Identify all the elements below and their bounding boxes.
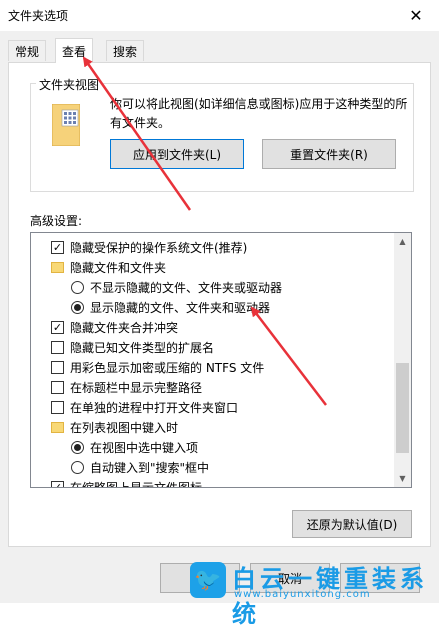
scroll-up-icon[interactable]: ▲ — [394, 233, 411, 250]
apply-to-folders-button[interactable]: 应用到文件夹(L) — [110, 139, 244, 169]
scrollbar-thumb[interactable] — [396, 363, 409, 453]
list-item[interactable]: ✓ 在缩略图上显示文件图标 — [51, 477, 203, 488]
radio-button[interactable] — [71, 440, 84, 454]
watermark-url: www.baiyunxitong.com — [234, 589, 371, 600]
list-item-label: 在视图中选中键入项 — [90, 440, 199, 455]
bird-logo-icon: 🐦 — [190, 562, 226, 598]
list-item[interactable]: ✓ 隐藏文件夹合并冲突 — [51, 317, 178, 337]
folder-view-icon — [52, 104, 80, 146]
radio-button[interactable] — [71, 300, 84, 314]
folder-views-title: 文件夹视图 — [36, 76, 103, 93]
list-item-label: 不显示隐藏的文件、文件夹或驱动器 — [90, 280, 283, 295]
advanced-settings-list: ✓ 隐藏受保护的操作系统文件(推荐) 隐藏文件和文件夹 不显示隐藏的文件、文件夹… — [30, 232, 412, 488]
list-item[interactable]: 在单独的进程中打开文件夹窗口 — [51, 397, 238, 417]
list-item-label: 在列表视图中键入时 — [70, 420, 179, 435]
advanced-settings-label: 高级设置: — [30, 214, 83, 228]
list-item-label: 在标题栏中显示完整路径 — [70, 380, 203, 395]
checkbox[interactable] — [51, 360, 64, 374]
folder-views-description: 你可以将此视图(如详细信息或图标)应用于这种类型的所有文件夹。 — [110, 97, 408, 130]
tab-search[interactable]: 搜索 — [106, 40, 145, 61]
tab-general[interactable]: 常规 — [8, 40, 47, 61]
reset-folders-button[interactable]: 重置文件夹(R) — [262, 139, 396, 169]
list-item-label: 显示隐藏的文件、文件夹和驱动器 — [90, 300, 271, 315]
list-item[interactable]: 在标题栏中显示完整路径 — [51, 377, 202, 397]
list-item-label: 在单独的进程中打开文件夹窗口 — [70, 400, 239, 415]
list-item[interactable]: 用彩色显示加密或压缩的 NTFS 文件 — [51, 357, 264, 377]
tab-view[interactable]: 查看 — [55, 38, 94, 63]
list-item-label: 用彩色显示加密或压缩的 NTFS 文件 — [70, 360, 265, 375]
restore-defaults-button[interactable]: 还原为默认值(D) — [292, 510, 412, 538]
radio-button[interactable] — [71, 280, 84, 294]
list-item: 隐藏文件和文件夹 — [51, 257, 166, 277]
scroll-down-icon[interactable]: ▼ — [394, 470, 411, 487]
list-item[interactable]: 自动键入到"搜索"框中 — [71, 457, 209, 477]
checkbox[interactable] — [51, 400, 64, 414]
close-button[interactable]: ✕ — [393, 0, 439, 31]
list-item-label: 隐藏受保护的操作系统文件(推荐) — [70, 240, 248, 255]
list-item[interactable]: ✓ 隐藏受保护的操作系统文件(推荐) — [51, 237, 247, 257]
list-item-label: 自动键入到"搜索"框中 — [90, 460, 210, 475]
list-item-label: 隐藏文件夹合并冲突 — [70, 320, 179, 335]
list-item[interactable]: 显示隐藏的文件、文件夹和驱动器 — [71, 297, 270, 317]
checkbox[interactable]: ✓ — [51, 320, 64, 334]
radio-button[interactable] — [71, 460, 84, 474]
list-item-label: 隐藏文件和文件夹 — [70, 260, 167, 275]
list-item[interactable]: 不显示隐藏的文件、文件夹或驱动器 — [71, 277, 282, 297]
checkbox[interactable]: ✓ — [51, 240, 64, 254]
checkbox[interactable]: ✓ — [51, 480, 64, 487]
watermark: 🐦 白云一键重装系统 www.baiyunxitong.com — [186, 557, 439, 628]
list-item: 在列表视图中键入时 — [51, 417, 178, 437]
title-bar: 文件夹选项 ✕ — [0, 0, 439, 31]
list-item-label: 在缩略图上显示文件图标 — [70, 480, 203, 488]
folder-icon — [51, 421, 64, 433]
window-title: 文件夹选项 — [8, 9, 69, 23]
checkbox[interactable] — [51, 380, 64, 394]
folder-icon — [51, 261, 64, 273]
list-item-label: 隐藏已知文件类型的扩展名 — [70, 340, 215, 355]
list-item[interactable]: 在视图中选中键入项 — [71, 437, 198, 457]
list-item[interactable]: 隐藏已知文件类型的扩展名 — [51, 337, 214, 357]
checkbox[interactable] — [51, 340, 64, 354]
vertical-scrollbar[interactable]: ▲ ▼ — [394, 233, 411, 487]
